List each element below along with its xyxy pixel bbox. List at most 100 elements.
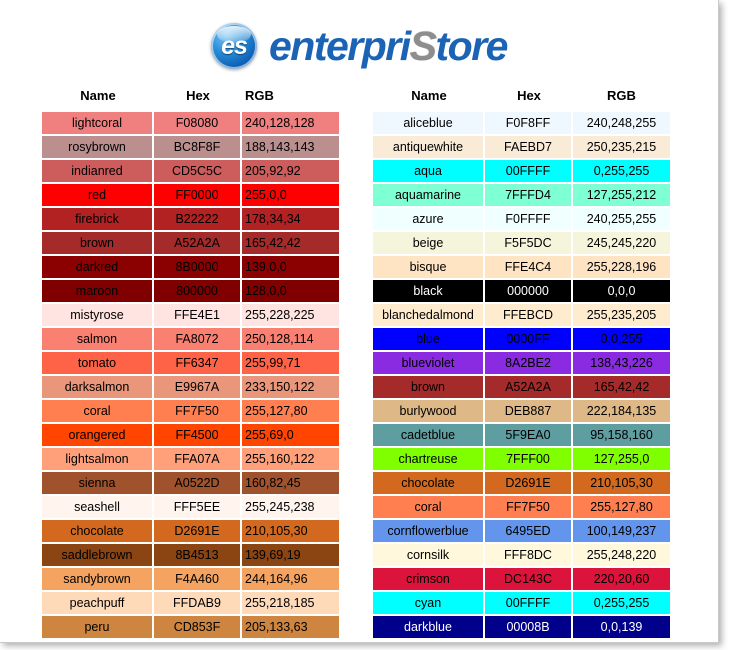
color-row[interactable]: lightcoral F08080 240,128,128: [42, 112, 339, 134]
color-rgb-cell: 205,133,63: [242, 616, 339, 638]
header-row: Name Hex RGB: [373, 88, 670, 110]
color-row[interactable]: cornflowerblue 6495ED 100,149,237: [373, 520, 670, 542]
color-row[interactable]: firebrick B22222 178,34,34: [42, 208, 339, 230]
color-rgb-cell: 0,0,139: [573, 616, 670, 638]
color-hex-cell: 7FFF00: [485, 448, 573, 470]
color-hex-cell: FF6347: [154, 352, 242, 374]
color-name-cell: burlywood: [373, 400, 485, 422]
color-name-cell: antiquewhite: [373, 136, 485, 158]
color-row[interactable]: azure F0FFFF 240,255,255: [373, 208, 670, 230]
color-name-cell: brown: [373, 376, 485, 398]
color-row[interactable]: aqua 00FFFF 0,255,255: [373, 160, 670, 182]
color-rgb-cell: 0,255,255: [573, 592, 670, 614]
color-name-cell: coral: [42, 400, 154, 422]
color-hex-cell: FF7F50: [154, 400, 242, 422]
color-hex-cell: 00FFFF: [485, 160, 573, 182]
color-row[interactable]: saddlebrown 8B4513 139,69,19: [42, 544, 339, 566]
color-name-cell: peachpuff: [42, 592, 154, 614]
color-row[interactable]: cadetblue 5F9EA0 95,158,160: [373, 424, 670, 446]
color-row[interactable]: antiquewhite FAEBD7 250,235,215: [373, 136, 670, 158]
color-name-cell: azure: [373, 208, 485, 230]
enterpristore-logo[interactable]: es enterpriStore: [211, 22, 509, 69]
color-hex-cell: FFEBCD: [485, 304, 573, 326]
color-rgb-cell: 95,158,160: [573, 424, 670, 446]
color-row[interactable]: aliceblue F0F8FF 240,248,255: [373, 112, 670, 134]
color-hex-cell: CD853F: [154, 616, 242, 638]
color-row[interactable]: darkred 8B0000 139,0,0: [42, 256, 339, 278]
color-row[interactable]: lightsalmon FFA07A 255,160,122: [42, 448, 339, 470]
color-row[interactable]: brown A52A2A 165,42,42: [373, 376, 670, 398]
color-name-cell: orangered: [42, 424, 154, 446]
color-row[interactable]: darkblue 00008B 0,0,139: [373, 616, 670, 638]
color-rgb-cell: 250,235,215: [573, 136, 670, 158]
color-name-cell: darksalmon: [42, 376, 154, 398]
color-row[interactable]: aquamarine 7FFFD4 127,255,212: [373, 184, 670, 206]
color-row[interactable]: maroon 800000 128,0,0: [42, 280, 339, 302]
logo-wordmark: enterpriStore: [269, 22, 509, 69]
color-row[interactable]: seashell FFF5EE 255,245,238: [42, 496, 339, 518]
color-row[interactable]: crimson DC143C 220,20,60: [373, 568, 670, 590]
color-name-cell: crimson: [373, 568, 485, 590]
color-rgb-cell: 245,245,220: [573, 232, 670, 254]
table-body-right: aliceblue F0F8FF 240,248,255 antiquewhite FA…: [373, 112, 670, 638]
color-rgb-cell: 240,128,128: [242, 112, 339, 134]
table-body-left: lightcoral F08080 240,128,128 rosybrown BC8F…: [42, 112, 339, 638]
color-row[interactable]: mistyrose FFE4E1 255,228,225: [42, 304, 339, 326]
color-rgb-cell: 240,255,255: [573, 208, 670, 230]
color-name-cell: cornflowerblue: [373, 520, 485, 542]
color-name-cell: saddlebrown: [42, 544, 154, 566]
color-row[interactable]: cornsilk FFF8DC 255,248,220: [373, 544, 670, 566]
color-hex-cell: FFDAB9: [154, 592, 242, 614]
color-name-cell: aqua: [373, 160, 485, 182]
color-rgb-cell: 127,255,0: [573, 448, 670, 470]
color-name-cell: blanchedalmond: [373, 304, 485, 326]
color-rgb-cell: 0,0,255: [573, 328, 670, 350]
color-row[interactable]: coral FF7F50 255,127,80: [42, 400, 339, 422]
color-table-right: Name Hex RGB aliceblue F0F8FF 240,248,255 a…: [373, 86, 670, 640]
color-hex-cell: FF4500: [154, 424, 242, 446]
color-hex-cell: FF0000: [154, 184, 242, 206]
color-row[interactable]: black 000000 0,0,0: [373, 280, 670, 302]
color-row[interactable]: coral FF7F50 255,127,80: [373, 496, 670, 518]
color-row[interactable]: beige F5F5DC 245,245,220: [373, 232, 670, 254]
color-name-cell: blue: [373, 328, 485, 350]
site-header: es enterpriStore: [0, 0, 718, 86]
color-row[interactable]: chartreuse 7FFF00 127,255,0: [373, 448, 670, 470]
color-rgb-cell: 255,235,205: [573, 304, 670, 326]
color-row[interactable]: blue 0000FF 0,0,255: [373, 328, 670, 350]
color-hex-cell: FFF8DC: [485, 544, 573, 566]
color-row[interactable]: peachpuff FFDAB9 255,218,185: [42, 592, 339, 614]
color-row[interactable]: indianred CD5C5C 205,92,92: [42, 160, 339, 182]
color-row[interactable]: burlywood DEB887 222,184,135: [373, 400, 670, 422]
color-row[interactable]: sandybrown F4A460 244,164,96: [42, 568, 339, 590]
color-name-cell: salmon: [42, 328, 154, 350]
color-hex-cell: F08080: [154, 112, 242, 134]
color-row[interactable]: bisque FFE4C4 255,228,196: [373, 256, 670, 278]
color-row[interactable]: brown A52A2A 165,42,42: [42, 232, 339, 254]
color-row[interactable]: orangered FF4500 255,69,0: [42, 424, 339, 446]
color-tables-container: Name Hex RGB lightcoral F08080 240,128,128…: [0, 86, 718, 640]
color-name-cell: mistyrose: [42, 304, 154, 326]
color-row[interactable]: blanchedalmond FFEBCD 255,235,205: [373, 304, 670, 326]
color-hex-cell: FFE4E1: [154, 304, 242, 326]
color-hex-cell: F4A460: [154, 568, 242, 590]
color-rgb-cell: 139,69,19: [242, 544, 339, 566]
color-row[interactable]: chocolate D2691E 210,105,30: [373, 472, 670, 494]
color-row[interactable]: chocolate D2691E 210,105,30: [42, 520, 339, 542]
column-header-hex: Hex: [485, 88, 573, 110]
color-name-cell: peru: [42, 616, 154, 638]
color-row[interactable]: rosybrown BC8F8F 188,143,143: [42, 136, 339, 158]
color-name-cell: indianred: [42, 160, 154, 182]
color-row[interactable]: blueviolet 8A2BE2 138,43,226: [373, 352, 670, 374]
color-name-cell: cyan: [373, 592, 485, 614]
logo-word-suffix: tore: [435, 22, 509, 69]
color-row[interactable]: red FF0000 255,0,0: [42, 184, 339, 206]
color-row[interactable]: peru CD853F 205,133,63: [42, 616, 339, 638]
color-hex-cell: F5F5DC: [485, 232, 573, 254]
color-row[interactable]: sienna A0522D 160,82,45: [42, 472, 339, 494]
color-row[interactable]: cyan 00FFFF 0,255,255: [373, 592, 670, 614]
color-row[interactable]: tomato FF6347 255,99,71: [42, 352, 339, 374]
color-row[interactable]: darksalmon E9967A 233,150,122: [42, 376, 339, 398]
color-row[interactable]: salmon FA8072 250,128,114: [42, 328, 339, 350]
color-rgb-cell: 255,245,238: [242, 496, 339, 518]
